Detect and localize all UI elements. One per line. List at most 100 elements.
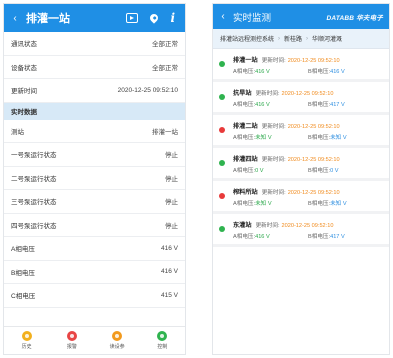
station-list-item[interactable]: 排灌四站 更新时间: 2020-12-25 09:52:10 A相电压:0 V B相电压… — [213, 148, 389, 181]
breadcrumb: 排灌站远程测控系统 › 新桂路 › 华顺河灌溉 — [213, 29, 389, 49]
status-row: 通讯状态 全部正常 — [4, 32, 185, 56]
status-label: 通讯状态 — [11, 41, 37, 49]
data-value: 停止 — [165, 152, 178, 160]
nav-label: 读设参 — [109, 344, 125, 350]
update-time-value: 2020-12-25 09:52:10 — [287, 157, 340, 163]
monitor-header: ‹ 实时监测 DATABB 华夫电子 — [213, 4, 389, 29]
realtime-monitor-screen: ‹ 实时监测 DATABB 华夫电子 排灌站远程测控系统 › 新桂路 › 华顺河灌溉 排… — [212, 3, 390, 355]
phase-a-label: A相电压: — [233, 102, 256, 108]
breadcrumb-item[interactable]: 排灌站远程测控系统 — [220, 34, 274, 43]
status-list: 通讯状态 全部正常 设备状态 全部正常 更新时间 2020-12-25 09:52:10 — [4, 32, 185, 103]
phase-b-value: 416 V — [330, 69, 345, 75]
station-info: 东灌站 更新时间: 2020-12-25 09:52:10 A相电压:416 V B相电… — [233, 220, 383, 240]
section-header-realtime: 实时数据 — [4, 102, 185, 120]
status-value: 2020-12-25 09:52:10 — [117, 86, 178, 94]
phase-a-label: A相电压: — [233, 201, 256, 207]
station-header-line: 东灌站 更新时间: 2020-12-25 09:52:10 — [233, 220, 383, 229]
station-list-item[interactable]: 东灌站 更新时间: 2020-12-25 09:52:10 A相电压:416 V B相电… — [213, 214, 389, 247]
data-label: B相电压 — [11, 269, 35, 277]
station-list-item[interactable]: 抗旱站 更新时间: 2020-12-25 09:52:10 A相电压:416 V B相电… — [213, 82, 389, 115]
station-list-item[interactable]: 排灌二站 更新时间: 2020-12-25 09:52:10 A相电压:未知 V B相电… — [213, 115, 389, 148]
station-list-item[interactable]: 排灌一站 更新时间: 2020-12-25 09:52:10 A相电压:416 V B相… — [213, 49, 389, 82]
nav-params-button[interactable]: 读设参 — [95, 327, 140, 354]
data-row: 三号泵运行状态 停止 — [4, 190, 185, 214]
update-time-value: 2020-12-25 09:52:10 — [281, 91, 334, 97]
detail-header: ‹ 排灌一站 i — [4, 4, 185, 32]
back-arrow-icon[interactable]: ‹ — [213, 11, 233, 22]
data-label: A相电压 — [11, 246, 35, 254]
phase-b-voltage: B相电压:417 V — [308, 100, 383, 108]
nav-label: 历史 — [21, 344, 32, 350]
data-row: 四号泵运行状态 停止 — [4, 214, 185, 237]
nav-control-button[interactable]: 控制 — [140, 327, 185, 354]
page-title: 实时监测 — [233, 12, 272, 24]
station-name: 排灌一站 — [233, 57, 258, 64]
status-dot-icon — [219, 160, 225, 166]
update-time-value: 2020-12-25 09:52:10 — [287, 190, 340, 196]
phase-a-label: A相电压: — [233, 168, 256, 174]
status-row: 更新时间 2020-12-25 09:52:10 — [4, 79, 185, 103]
voltage-line: A相电压:未知 V B相电压:未知 V — [233, 133, 383, 141]
breadcrumb-item[interactable]: 新桂路 — [284, 34, 302, 43]
phase-a-label: A相电压: — [233, 135, 256, 141]
realtime-data-list: 测站 排灌一站 一号泵运行状态 停止 二号泵运行状态 停止 三号泵运行状态 停止 四号泵运行状态… — [4, 120, 185, 308]
phase-b-label: B相电压: — [308, 135, 331, 141]
chevron-right-icon: › — [306, 35, 309, 42]
station-name: 抗旱站 — [233, 90, 252, 97]
station-name: 东灌站 — [233, 222, 252, 229]
info-icon[interactable]: i — [170, 11, 175, 25]
phase-b-label: B相电压: — [308, 234, 331, 240]
alarm-icon — [66, 331, 77, 341]
phase-a-voltage: A相电压:0 V — [233, 166, 308, 174]
update-time-label: 更新时间: — [255, 91, 280, 97]
voltage-line: A相电压:416 V B相电压:417 V — [233, 100, 383, 108]
update-time-label: 更新时间: — [261, 157, 286, 163]
update-time-label: 更新时间: — [261, 124, 286, 130]
status-row: 设备状态 全部正常 — [4, 56, 185, 79]
status-value: 全部正常 — [152, 41, 178, 49]
station-info: 抗旱站 更新时间: 2020-12-25 09:52:10 A相电压:416 V B相电… — [233, 88, 383, 108]
data-value: 415 V — [161, 291, 178, 299]
voltage-line: A相电压:未知 V B相电压:未知 V — [233, 199, 383, 207]
station-info: 排灌一站 更新时间: 2020-12-25 09:52:10 A相电压:416 V B相… — [233, 55, 383, 75]
page-title: 排灌一站 — [26, 13, 70, 25]
voltage-line: A相电压:416 V B相电压:416 V — [233, 67, 383, 75]
phase-a-voltage: A相电压:未知 V — [233, 199, 308, 207]
station-list: 排灌一站 更新时间: 2020-12-25 09:52:10 A相电压:416 V B相… — [213, 49, 389, 247]
nav-history-button[interactable]: 历史 — [4, 327, 49, 354]
phase-b-value: 417 V — [330, 102, 345, 108]
phase-a-value: 未知 V — [255, 201, 272, 207]
nav-label: 报警 — [66, 344, 77, 350]
data-value: 停止 — [165, 175, 178, 183]
phase-b-label: B相电压: — [308, 168, 331, 174]
station-list-item[interactable]: 榨料所站 更新时间: 2020-12-25 09:52:10 A相电压:未知 V B相电… — [213, 181, 389, 214]
phase-b-value: 0 V — [330, 168, 339, 174]
brand-logo: DATABB 华夫电子 — [326, 14, 383, 22]
data-label: 三号泵运行状态 — [11, 199, 57, 207]
phase-a-value: 416 V — [255, 102, 270, 108]
data-value: 停止 — [165, 222, 178, 230]
status-value: 全部正常 — [152, 64, 178, 72]
breadcrumb-item[interactable]: 华顺河灌溉 — [312, 34, 342, 43]
data-row: 二号泵运行状态 停止 — [4, 167, 185, 190]
data-row: C相电压 415 V — [4, 284, 185, 308]
nav-alarm-button[interactable]: 报警 — [49, 327, 94, 354]
phase-a-voltage: A相电压:416 V — [233, 100, 308, 108]
back-arrow-icon[interactable]: ‹ — [4, 13, 26, 24]
status-dot-icon — [219, 127, 225, 133]
phase-b-value: 417 V — [330, 234, 345, 240]
phase-b-voltage: B相电压:416 V — [308, 67, 383, 75]
settings-icon — [112, 331, 123, 341]
update-time-label: 更新时间: — [261, 58, 286, 64]
location-pin-icon[interactable] — [148, 12, 161, 24]
status-dot-icon — [219, 61, 225, 67]
data-row: B相电压 416 V — [4, 261, 185, 284]
data-row: 一号泵运行状态 停止 — [4, 143, 185, 167]
voltage-line: A相电压:0 V B相电压:0 V — [233, 166, 383, 174]
phase-a-voltage: A相电压:416 V — [233, 67, 308, 75]
update-time-value: 2020-12-25 09:52:10 — [281, 223, 334, 229]
video-icon[interactable] — [126, 13, 139, 23]
data-label: C相电压 — [11, 293, 36, 301]
nav-label: 控制 — [157, 344, 168, 350]
data-value: 排灌一站 — [152, 128, 178, 136]
